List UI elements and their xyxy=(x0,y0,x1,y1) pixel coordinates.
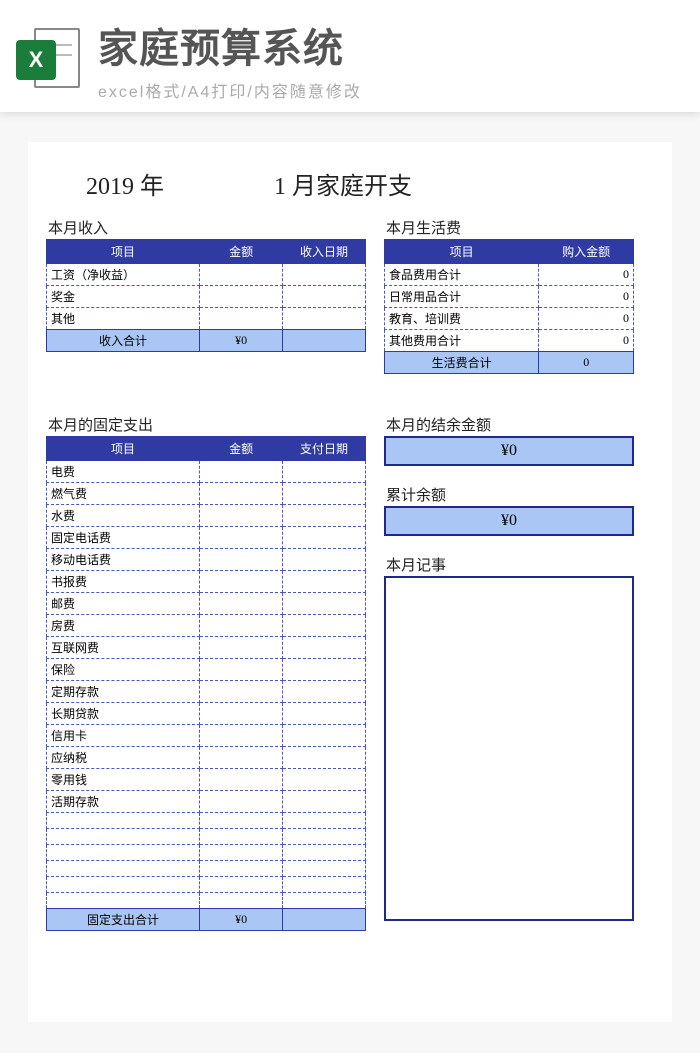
excel-badge: X xyxy=(16,40,56,80)
title-month: 1 月家庭开支 xyxy=(274,166,412,201)
fixed-cell[interactable]: 燃气费 xyxy=(47,483,200,505)
notes-box[interactable] xyxy=(384,576,634,921)
income-total-label: 收入合计 xyxy=(47,330,200,352)
income-table[interactable]: 项目 金额 收入日期 工资（净收益） 奖金 其他 收入合计 ¥0 xyxy=(46,239,366,352)
fixed-label: 本月的固定支出 xyxy=(48,414,366,435)
title-year: 2019 年 xyxy=(86,166,164,201)
fixed-cell[interactable]: 互联网费 xyxy=(47,637,200,659)
income-cell[interactable]: 其他 xyxy=(47,308,200,330)
fixed-cell[interactable]: 保险 xyxy=(47,659,200,681)
fixed-h1: 项目 xyxy=(47,437,200,461)
living-total-label: 生活费合计 xyxy=(385,352,539,374)
living-total-value: 0 xyxy=(539,352,634,374)
living-label: 本月生活费 xyxy=(386,217,634,238)
income-h1: 项目 xyxy=(47,240,200,264)
document-title: 2019 年 1 月家庭开支 xyxy=(86,166,654,201)
fixed-cell[interactable]: 固定电话费 xyxy=(47,527,200,549)
living-h2: 购入金额 xyxy=(539,240,634,264)
fixed-cell[interactable]: 移动电话费 xyxy=(47,549,200,571)
banner-title: 家庭预算系统 xyxy=(98,16,362,74)
fixed-cell[interactable]: 应纳税 xyxy=(47,747,200,769)
income-cell[interactable]: 工资（净收益） xyxy=(47,264,200,286)
fixed-h2: 金额 xyxy=(200,437,283,461)
fixed-cell[interactable]: 信用卡 xyxy=(47,725,200,747)
excel-icon: X xyxy=(16,24,84,94)
worksheet-page: 2019 年 1 月家庭开支 本月收入 项目 金额 收入日期 工资（净收益） 奖… xyxy=(28,142,672,1022)
banner-subtitle: excel格式/A4打印/内容随意修改 xyxy=(98,78,362,102)
income-total-value: ¥0 xyxy=(200,330,283,352)
fixed-cell[interactable]: 邮费 xyxy=(47,593,200,615)
income-h2: 金额 xyxy=(200,240,283,264)
income-cell[interactable]: 奖金 xyxy=(47,286,200,308)
fixed-cell[interactable]: 房费 xyxy=(47,615,200,637)
living-h1: 项目 xyxy=(385,240,539,264)
fixed-table[interactable]: 项目 金额 支付日期 电费燃气费水费固定电话费移动电话费书报费邮费房费互联网费保… xyxy=(46,436,366,931)
fixed-cell[interactable]: 水费 xyxy=(47,505,200,527)
fixed-cell[interactable]: 电费 xyxy=(47,461,200,483)
fixed-cell[interactable]: 活期存款 xyxy=(47,791,200,813)
fixed-cell[interactable]: 零用钱 xyxy=(47,769,200,791)
fixed-total-label: 固定支出合计 xyxy=(47,909,200,931)
fixed-cell[interactable]: 定期存款 xyxy=(47,681,200,703)
fixed-cell[interactable]: 书报费 xyxy=(47,571,200,593)
fixed-total-value: ¥0 xyxy=(200,909,283,931)
remain-label: 本月的结余金额 xyxy=(386,414,634,435)
cumulative-value: ¥0 xyxy=(384,506,634,536)
fixed-h3: 支付日期 xyxy=(283,437,366,461)
notes-label: 本月记事 xyxy=(386,554,634,575)
template-banner: X 家庭预算系统 excel格式/A4打印/内容随意修改 xyxy=(0,0,700,112)
fixed-cell[interactable]: 长期贷款 xyxy=(47,703,200,725)
income-h3: 收入日期 xyxy=(283,240,366,264)
living-table[interactable]: 项目 购入金额 食品费用合计0 日常用品合计0 教育、培训费0 其他费用合计0 … xyxy=(384,239,634,374)
income-label: 本月收入 xyxy=(48,217,366,238)
cumulative-label: 累计余额 xyxy=(386,484,634,505)
remain-value: ¥0 xyxy=(384,436,634,466)
